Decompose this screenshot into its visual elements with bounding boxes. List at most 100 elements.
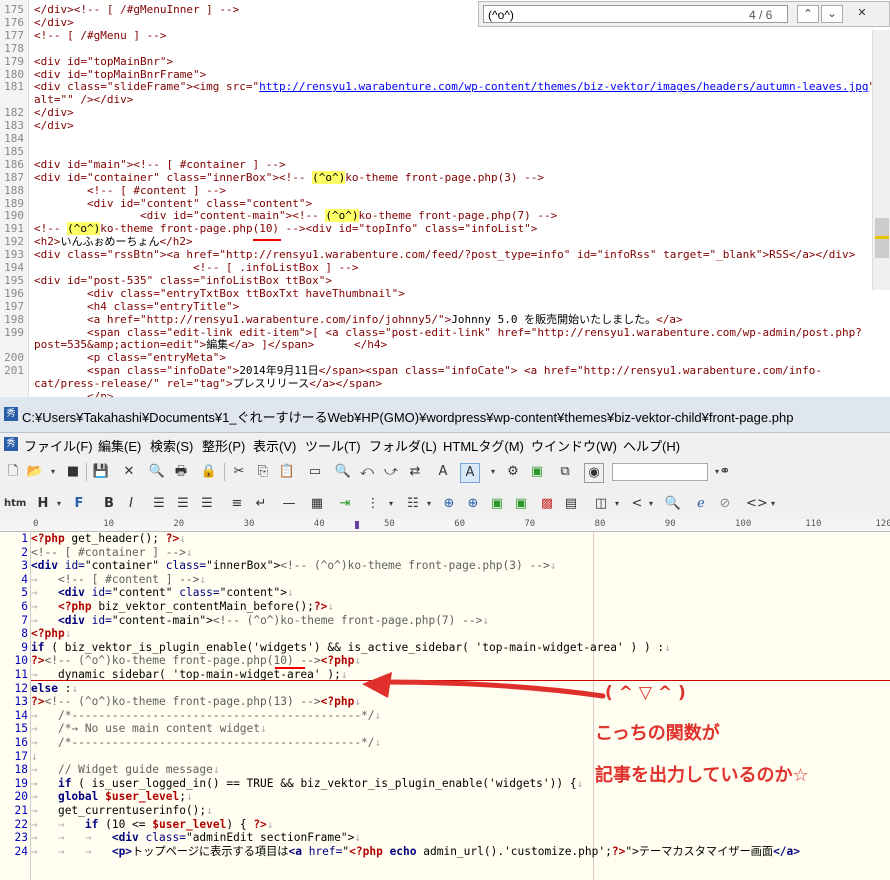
cut-icon[interactable]: ✂ [230,463,248,481]
window-icon[interactable]: ▭ [306,463,324,481]
line-number: 7 [21,613,28,627]
print-preview-icon[interactable]: 🔍 [148,463,166,481]
menu-edit[interactable]: 編集(E) [98,436,141,455]
line-number: 5 [21,586,28,600]
menu-view[interactable]: 表示(V) [253,436,296,455]
document-menu-icon[interactable]: 秀 [4,437,18,451]
image-icon[interactable]: ▣ [488,495,506,513]
horizontal-rule-icon[interactable]: — [280,495,298,513]
menu-format[interactable]: 整形(P) [202,436,245,455]
lock-icon[interactable]: 🔒 [200,463,218,481]
source-line: 177 <!-- [ /#gMenu ] --> [0,29,166,42]
line-number: 23 [14,831,28,845]
code-segment: → [31,600,58,613]
line-text: ?><!-- (^o^)ko-theme front-page.php(10) … [31,654,361,667]
code-segment: ?> [611,844,626,858]
ruler-label: 60 [454,519,466,529]
code-segment: <p class="entryMeta"> [34,351,227,365]
code-segment: <div class="entryTxtBox ttBoxTxt haveThu… [34,286,405,300]
align-left-icon[interactable]: ☰ [150,495,168,513]
line-number: 19 [14,776,28,790]
paragraph-icon[interactable]: ≡ [228,495,246,513]
line-number: 199 [4,325,24,339]
dropdown-arrow-icon[interactable]: ▾ [50,495,68,513]
htm-button[interactable]: htm [4,495,26,513]
table-icon[interactable]: ▦ [308,495,326,513]
insert-icon[interactable]: ⇥ [336,495,354,513]
binoculars-icon[interactable]: ⚭ [716,463,734,481]
vertical-scrollbar[interactable] [872,30,890,290]
compare-icon[interactable]: ⧉ [556,463,574,481]
menu-window[interactable]: ウインドウ(W) [531,436,617,455]
code-segment: class= [179,586,220,600]
dropdown-arrow-icon[interactable]: ▾ [608,495,626,513]
line-break-icon[interactable]: ↵ [252,495,270,513]
italic-button[interactable]: I [122,495,140,513]
menu-html-tag[interactable]: HTMLタグ(M) [443,436,524,455]
open-folder-icon[interactable]: 📂 [26,463,44,481]
form-icon[interactable]: ▤ [562,495,580,513]
green-square-icon[interactable]: ▣ [528,463,546,481]
menu-tools[interactable]: ツール(T) [305,436,361,455]
code-segment: get_currentuserinfo(); [57,804,207,817]
dropdown-arrow-icon[interactable]: ▾ [420,495,438,513]
line-text: → /*------------------------------------… [31,736,381,749]
find-input[interactable]: (^o^) [483,5,788,23]
code-segment: ?> [313,600,328,613]
menu-search[interactable]: 検索(S) [150,436,193,455]
line-text: else :↓ [31,682,78,695]
code-segment: ↓ [260,722,267,736]
search-next-icon[interactable]: ⤻ [382,463,400,481]
link-icon[interactable]: ⊕ [440,495,458,513]
dropdown-arrow-icon[interactable]: ▾ [764,495,782,513]
save-icon[interactable]: 💾 [92,463,110,481]
encoding-select[interactable] [612,463,708,481]
code-editor[interactable]: 1 <?php get_header(); ?>↓ 2 <!-- [ #contain… [0,532,890,880]
code-segment: <!-- (^o^)ko-theme front-page.php(10) --… [44,654,321,668]
code-segment: → [31,790,58,804]
dropdown-arrow-icon[interactable]: ▾ [382,495,400,513]
copy-icon[interactable]: ⎘ [254,463,272,481]
new-file-icon[interactable]: 🗋 [4,463,22,481]
font-color-icon[interactable]: A [434,463,452,481]
highlight-icon[interactable]: A [460,463,480,483]
source-line: 193 <div class="rssBtn"><a href="http://r… [0,248,855,261]
line-number: 176 [4,15,24,29]
anchor-icon[interactable]: ⊕ [464,495,482,513]
color-palette-icon[interactable]: ▩ [538,495,556,513]
macro-icon[interactable]: ⚙ [504,463,522,481]
find-prev-button[interactable]: ⌃ [797,5,819,23]
close-file-icon[interactable]: ■ [64,463,82,481]
paste-icon[interactable]: 📋 [278,463,296,481]
align-center-icon[interactable]: ☰ [174,495,192,513]
print-icon[interactable]: 🖶 [172,463,190,481]
align-right-icon[interactable]: ☰ [198,495,216,513]
code-segment: → → → [31,831,112,845]
list-icon[interactable]: ⋮ [364,495,382,513]
line-text: </div> [34,106,74,119]
bold-button[interactable]: B [100,495,118,513]
menu-file[interactable]: ファイル(F) [24,436,93,455]
font-button[interactable]: F [70,495,88,513]
menu-help[interactable]: ヘルプ(H) [623,436,680,455]
source-view-panel[interactable]: 175 </div><!-- [ /#gMenuInner ] --> 176 </d… [0,0,890,397]
image-map-icon[interactable]: ▣ [512,495,530,513]
red-underline-mark [275,667,305,669]
search-prev-icon[interactable]: ⤺ [358,463,376,481]
dropdown-arrow-icon[interactable]: ▾ [642,495,660,513]
dropdown-arrow-icon[interactable]: ▾ [484,463,502,481]
ie-icon[interactable]: ℯ [692,495,710,513]
find-close-button[interactable]: ✕ [851,5,873,23]
find-next-button[interactable]: ⌄ [821,5,843,23]
menu-folder[interactable]: フォルダ(L) [369,436,437,455]
disabled-icon[interactable]: ⊘ [716,495,734,513]
code-segment[interactable]: http://rensyu1.warabenture.com/wp-conten… [259,80,868,93]
dropdown-arrow-icon[interactable]: ▾ [44,463,62,481]
close-icon[interactable]: ✕ [120,463,138,481]
replace-icon[interactable]: ⇄ [406,463,424,481]
search-icon[interactable]: 🔍 [334,463,352,481]
browser-icon[interactable]: ◉ [584,463,604,483]
preview-icon[interactable]: 🔍 [664,495,682,513]
code-segment: else [31,681,58,695]
tag-icon[interactable]: <> [746,495,768,513]
